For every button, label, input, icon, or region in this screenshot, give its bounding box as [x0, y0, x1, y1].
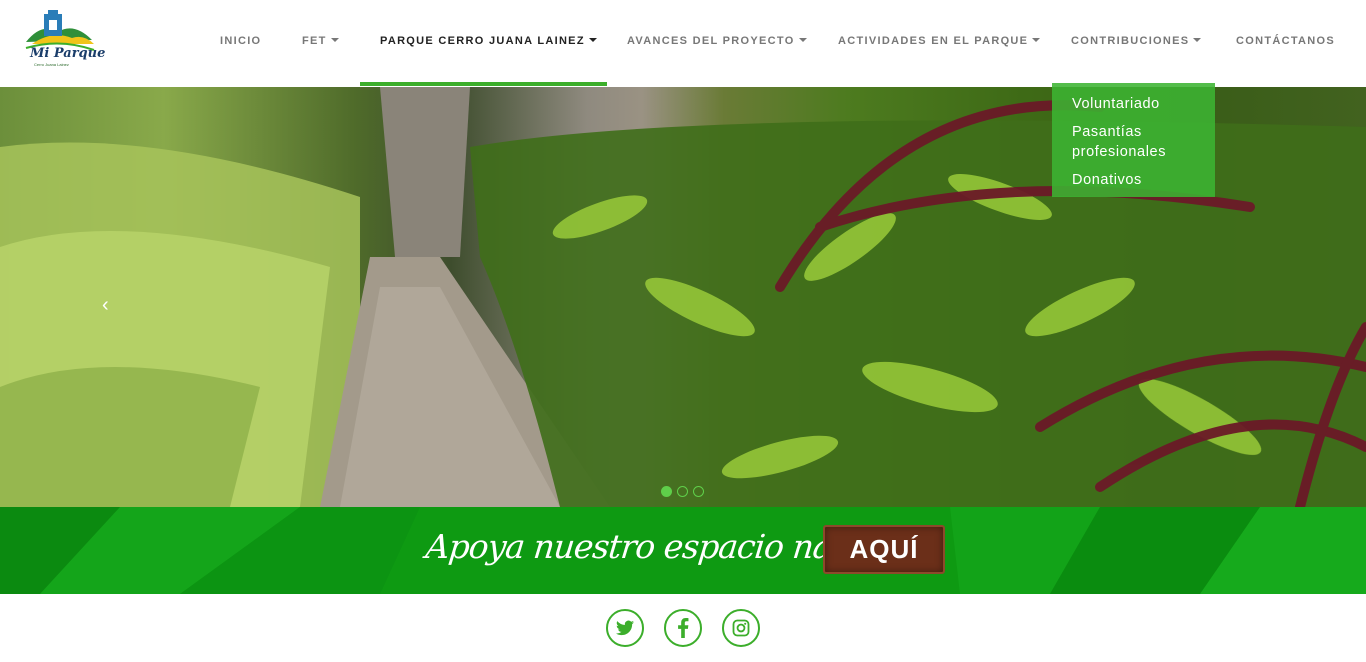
nav-actividades-en-el-parque[interactable]: ACTIVIDADES EN EL PARQUE	[838, 35, 1041, 47]
nav-label: AVANCES DEL PROYECTO	[627, 35, 795, 47]
carousel-indicators	[661, 486, 704, 497]
caret-down-icon	[588, 38, 597, 42]
nav-label: FET	[302, 35, 327, 47]
carousel-dot-1[interactable]	[661, 486, 672, 497]
nav-label: CONTRIBUCIONES	[1071, 35, 1190, 47]
nav-label: INICIO	[220, 35, 262, 47]
nav-contactanos[interactable]: CONTÁCTANOS	[1236, 35, 1335, 47]
carousel-dot-2[interactable]	[677, 486, 688, 497]
nav-parque-cerro-juana-lainez[interactable]: PARQUE CERRO JUANA LAINEZ	[380, 35, 597, 47]
brand-name: Mi Parque	[30, 46, 106, 61]
twitter-link[interactable]	[606, 609, 644, 647]
nav-label: ACTIVIDADES EN EL PARQUE	[838, 35, 1029, 47]
dropdown-item-pasantias-profesionales[interactable]: Pasantías profesionales	[1052, 122, 1182, 162]
carousel-prev-arrow[interactable]: ‹	[102, 294, 109, 317]
nav-label: CONTÁCTANOS	[1236, 35, 1336, 47]
facebook-icon	[678, 618, 689, 638]
dropdown-item-voluntariado[interactable]: Voluntariado	[1052, 94, 1215, 114]
carousel-dot-3[interactable]	[693, 486, 704, 497]
instagram-link[interactable]	[722, 609, 760, 647]
active-nav-indicator	[360, 82, 607, 86]
nav-label: PARQUE CERRO JUANA LAINEZ	[380, 35, 585, 47]
nav-inicio[interactable]: INICIO	[220, 35, 261, 47]
contribuciones-dropdown-menu: Voluntariado Pasantías profesionales Don…	[1052, 83, 1215, 197]
aqui-button[interactable]: AQUÍ	[823, 525, 945, 574]
nav-contribuciones[interactable]: CONTRIBUCIONES	[1071, 35, 1202, 47]
nav-avances-del-proyecto[interactable]: AVANCES DEL PROYECTO	[627, 35, 807, 47]
dropdown-item-donativos[interactable]: Donativos	[1052, 170, 1215, 190]
caret-down-icon	[798, 38, 807, 42]
instagram-icon	[732, 619, 750, 637]
brand-subtitle: Cerro Juana Lainez	[34, 62, 69, 67]
nav-fet[interactable]: FET	[302, 35, 339, 47]
caret-down-icon	[330, 38, 339, 42]
twitter-icon	[616, 620, 634, 636]
facebook-link[interactable]	[664, 609, 702, 647]
caret-down-icon	[1032, 38, 1041, 42]
site-header: Mi Parque Cerro Juana Lainez INICIO FET …	[0, 0, 1366, 87]
caret-down-icon	[1193, 38, 1202, 42]
